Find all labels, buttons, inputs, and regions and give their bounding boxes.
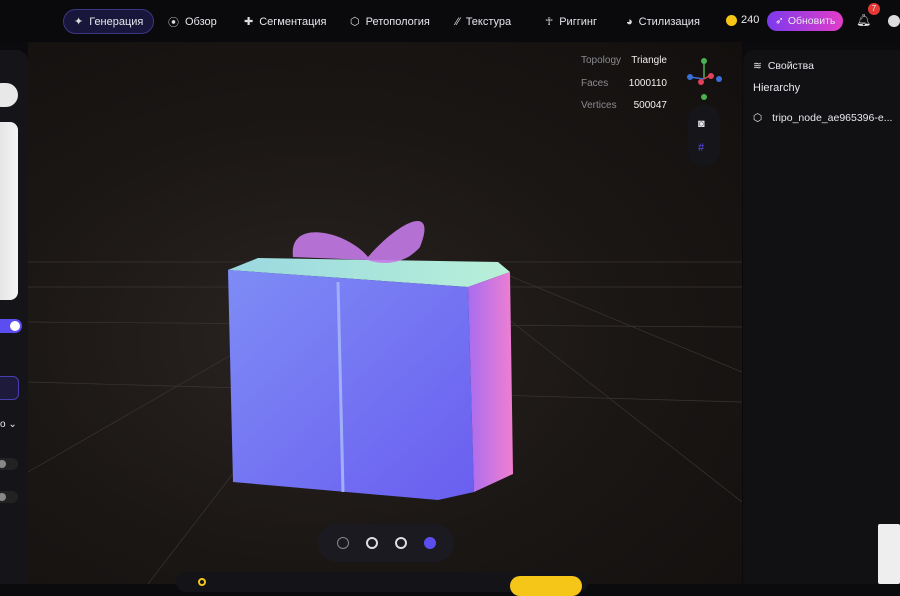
- tab-texture[interactable]: ⁄⁄ Текстура: [446, 9, 521, 34]
- tab-segmentation[interactable]: ✚ Сегментация: [234, 9, 336, 34]
- wireframe-mode-icon[interactable]: [336, 537, 349, 549]
- grid-icon[interactable]: #: [698, 142, 704, 154]
- layers-icon: ≋: [753, 60, 762, 72]
- clay-mode-icon[interactable]: [394, 537, 407, 549]
- axis-gizmo[interactable]: [682, 55, 727, 103]
- credits: 240: [726, 14, 759, 26]
- normal-mode-icon[interactable]: [423, 537, 436, 549]
- panel-button[interactable]: [0, 83, 18, 107]
- faces-label: Faces: [581, 77, 609, 89]
- faces-value: 1000110: [628, 77, 667, 89]
- tab-rigging[interactable]: ☥ Риггинг: [535, 9, 607, 34]
- toggle-switch[interactable]: [0, 458, 18, 470]
- dropdown-value: о: [0, 419, 6, 430]
- top-nav-bar: ✦ Генерация ⦿ Обзор ✚ Сегментация ⬡ Ретополо…: [0, 0, 900, 42]
- submit-button[interactable]: [510, 576, 582, 596]
- shaded-mode-icon[interactable]: [365, 537, 378, 549]
- dropdown[interactable]: о ⌄: [0, 419, 17, 430]
- toggle-switch[interactable]: [0, 319, 22, 333]
- 3d-viewport[interactable]: [28, 42, 742, 584]
- texture-icon: ⁄⁄: [456, 15, 460, 28]
- render-mode-bar: [318, 524, 454, 562]
- properties-panel: ≋ Свойства Hierarchy ⬡ tripo_node_ae965396…: [743, 50, 900, 584]
- chevron-down-icon: ⌄: [8, 419, 17, 430]
- tab-label: Генерация: [89, 15, 144, 28]
- hierarchy-heading: Hierarchy: [753, 82, 801, 94]
- tab-retopology[interactable]: ⬡ Ретопология: [340, 9, 440, 34]
- tab-label: Обзор: [185, 15, 217, 28]
- bell-icon[interactable]: 🔔︎: [856, 13, 871, 27]
- camera-icon[interactable]: ◙: [698, 118, 705, 130]
- rigging-icon: ☥: [545, 16, 554, 28]
- gift-box-model: [228, 220, 513, 500]
- image-preview[interactable]: [0, 122, 18, 300]
- chat-icon[interactable]: [888, 15, 900, 27]
- tab-label: Сегментация: [259, 15, 327, 28]
- tab-label: Риггинг: [559, 15, 597, 28]
- vertices-label: Vertices: [581, 100, 617, 111]
- tab-review[interactable]: ⦿ Обзор: [158, 9, 227, 34]
- tab-label: Стилизация: [638, 15, 700, 28]
- coin-icon: [726, 14, 737, 26]
- properties-title: Свойства: [767, 60, 814, 72]
- upgrade-label: Обновить: [787, 15, 836, 27]
- vertices-value: 500047: [633, 100, 667, 111]
- mesh-icon: ⬡: [350, 16, 360, 28]
- topology-value: Triangle: [631, 55, 667, 66]
- prompt-bar[interactable]: [176, 572, 588, 596]
- puzzle-icon: ✚: [244, 16, 254, 28]
- credits-count: 240: [741, 14, 760, 26]
- cube-icon: ⬡: [753, 112, 763, 124]
- tab-stylization[interactable]: ◕ Стилизация: [616, 9, 710, 34]
- viewport-tools: ◙ #: [688, 104, 720, 166]
- topology-label: Topology: [581, 55, 622, 66]
- sparkle-icon: ✦: [74, 16, 84, 28]
- thumbnail-preview[interactable]: [878, 524, 900, 584]
- tab-label: Ретопология: [365, 15, 430, 28]
- properties-header: ≋ Свойства: [753, 60, 814, 72]
- tab-label: Текстура: [465, 15, 512, 28]
- upgrade-button[interactable]: ➶ Обновить: [767, 11, 844, 31]
- node-name: tripo_node_ae965396-e...: [772, 112, 893, 124]
- generate-button[interactable]: [0, 376, 19, 400]
- notification-badge: 7: [868, 3, 880, 15]
- scan-icon: ⦿: [168, 16, 179, 29]
- model-stats: Topology Triangle Faces 1000110 Vertices 50…: [581, 50, 667, 118]
- toggle-switch[interactable]: [0, 491, 18, 503]
- palette-icon: ◕: [626, 15, 633, 28]
- hierarchy-node[interactable]: ⬡ tripo_node_ae965396-e...: [753, 112, 892, 124]
- bulb-icon: [198, 578, 206, 586]
- left-panel: о ⌄: [0, 50, 28, 584]
- tab-generation[interactable]: ✦ Генерация: [63, 9, 155, 34]
- rocket-icon: ➶: [775, 15, 784, 27]
